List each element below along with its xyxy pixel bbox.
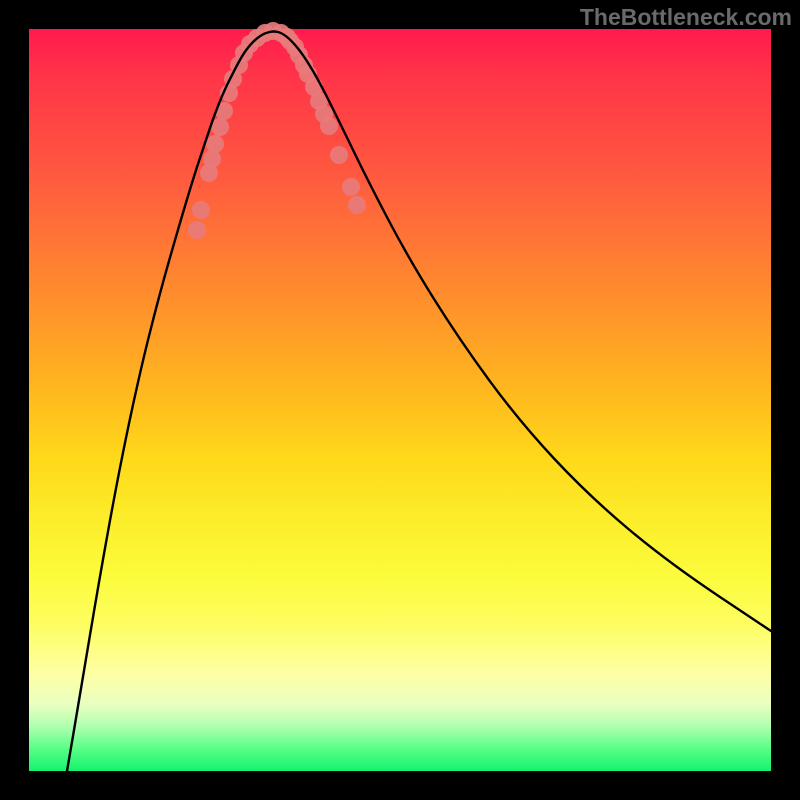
scatter-point (320, 117, 338, 135)
plot-area (29, 29, 771, 771)
scatter-point (342, 178, 360, 196)
scatter-point (330, 146, 348, 164)
scatter-points (188, 22, 366, 239)
scatter-point (348, 196, 366, 214)
scatter-point (203, 150, 221, 168)
watermark-text: TheBottleneck.com (580, 4, 792, 31)
chart-svg (29, 29, 771, 771)
scatter-point (192, 201, 210, 219)
scatter-point (206, 135, 224, 153)
chart-frame: TheBottleneck.com (0, 0, 800, 800)
bottleneck-curve (67, 32, 771, 772)
scatter-point (188, 221, 206, 239)
